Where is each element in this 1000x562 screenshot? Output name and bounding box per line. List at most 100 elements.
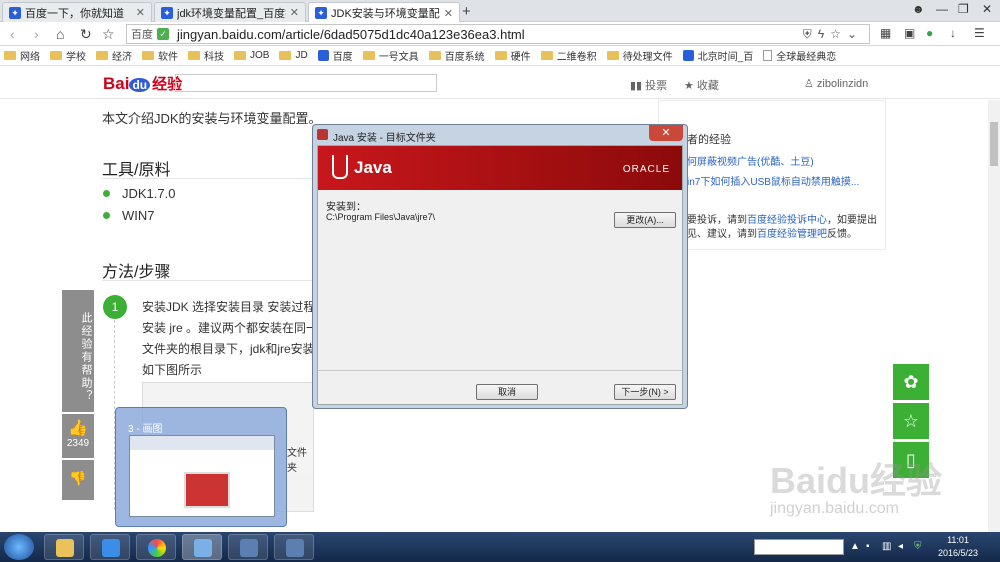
bookmark-label: 硬件 <box>510 52 531 63</box>
taskbar-app-2[interactable] <box>90 534 130 560</box>
taskbar-paint[interactable] <box>182 534 222 560</box>
tray-volume-icon[interactable]: ◂ <box>898 541 903 552</box>
bookmark-item[interactable]: 网络 <box>4 48 40 63</box>
bookmark-item[interactable]: 北京时间_百 <box>682 48 754 63</box>
collect-link[interactable]: ★ 收藏 <box>684 77 719 93</box>
bookmark-star-icon[interactable]: ☆ <box>102 26 115 43</box>
bookmark-item[interactable]: 待处理文件 <box>606 48 673 63</box>
logo-text: Bai <box>103 74 130 93</box>
thumbs-up-icon: 👍 <box>68 420 88 437</box>
bookmark-item[interactable]: 科技 <box>188 48 224 63</box>
tray-app-icon[interactable]: ▪ <box>866 541 870 552</box>
tray-network-icon[interactable]: ▥ <box>882 541 891 552</box>
start-button[interactable] <box>4 534 34 560</box>
lightning-icon[interactable]: ϟ <box>818 27 830 41</box>
clock-date: 2016/5/23 <box>938 548 979 558</box>
forward-icon[interactable]: › <box>34 26 39 42</box>
close-tab-icon[interactable]: ✕ <box>136 6 145 19</box>
thumbs-down-button[interactable]: 👎 <box>62 460 94 500</box>
wechat-icon[interactable]: ● <box>926 26 933 40</box>
taskbar-explorer[interactable] <box>44 534 84 560</box>
bookmark-label: 北京时间_百 <box>697 52 754 63</box>
dropdown-icon[interactable]: ⌄ <box>847 27 863 41</box>
thumbs-up-button[interactable]: 👍 2349 <box>62 414 94 458</box>
site-search-input[interactable] <box>175 74 437 92</box>
step-text-line: 文件夹的根目录下，jdk和jre安装 <box>142 342 315 356</box>
sidebar-heading: 者的经验 <box>687 134 731 146</box>
tray-arrow-icon[interactable]: ▲ <box>850 541 860 552</box>
back-icon[interactable]: ‹ <box>10 26 15 42</box>
bookmark-item[interactable]: JOB <box>234 50 269 61</box>
tray-search-input[interactable] <box>754 539 844 555</box>
tool-label: WIN7 <box>122 208 155 223</box>
url-text[interactable]: jingyan.baidu.com/article/6dad5075d1dc40… <box>177 27 525 42</box>
close-tab-icon[interactable]: ✕ <box>290 6 299 19</box>
dialog-close-button[interactable]: ✕ <box>649 125 683 141</box>
bookmark-item[interactable]: 经济 <box>96 48 132 63</box>
bookmark-item[interactable]: JD <box>279 50 308 61</box>
app-icon <box>102 539 120 557</box>
collect-label: 收藏 <box>696 80 719 92</box>
cancel-button[interactable]: 取消 <box>476 384 538 400</box>
sidebar-link[interactable]: in7下如何插入USB鼠标自动禁用触摸... <box>687 173 859 188</box>
screenshot-icon[interactable]: ▣ <box>904 26 915 40</box>
tab-jdk-article[interactable]: ✦ JDK安装与环境变量配置_百度 ✕ <box>308 2 460 23</box>
bookmark-label: 百度 <box>332 52 353 63</box>
divider <box>318 370 682 371</box>
new-tab-button[interactable]: + <box>462 3 471 20</box>
user-link[interactable]: ♙ zibolinzidn <box>804 77 868 90</box>
share-button[interactable]: ✿ <box>893 364 929 400</box>
sidebar-link[interactable]: 何屏蔽视频广告(优酷、土豆) <box>687 153 814 168</box>
install-path: C:\Program Files\Java\jre7\ <box>326 212 436 222</box>
tab-title: JDK安装与环境变量配置_百度 <box>331 8 440 20</box>
bookmark-item[interactable]: 全球最经典恋 <box>763 48 836 63</box>
favorite-star-icon[interactable]: ☆ <box>830 27 847 41</box>
folder-icon <box>540 51 553 60</box>
installer-icon <box>240 539 258 557</box>
menu-icon[interactable]: ☰ <box>974 26 985 40</box>
bookmark-label: 学校 <box>66 52 86 63</box>
address-bar[interactable]: 百度 ✓ jingyan.baidu.com/article/6dad5075d… <box>126 24 870 44</box>
taskbar-preview[interactable]: 3 - 画图 <box>115 407 287 527</box>
home-icon[interactable]: ⌂ <box>56 26 64 42</box>
shield-icon[interactable]: ⛨ <box>803 27 818 41</box>
bullet-icon <box>103 212 110 219</box>
taskbar-app-6[interactable] <box>274 534 314 560</box>
download-icon[interactable]: ↓ <box>950 26 956 40</box>
reload-icon[interactable]: ↻ <box>80 26 92 43</box>
bookmark-item[interactable]: 二维卷积 <box>540 48 597 63</box>
restore-icon[interactable]: ❐ <box>958 2 969 16</box>
taskbar-app-5[interactable] <box>228 534 268 560</box>
user-icon[interactable]: ☻ <box>912 2 925 16</box>
tray-shield-icon[interactable]: ⛨ <box>914 541 922 552</box>
java-install-dialog: Java 安装 - 目标文件夹 ✕ Java ORACLE 安装到： C:\Pr… <box>312 124 688 409</box>
preview-image[interactable] <box>129 435 275 517</box>
bookmark-label: 百度系统 <box>444 52 485 63</box>
close-tab-icon[interactable]: ✕ <box>444 7 453 20</box>
vote-link[interactable]: ▮▮ 投票 <box>630 77 667 93</box>
taskbar-app-3[interactable] <box>136 534 176 560</box>
bookmark-item[interactable]: 百度系统 <box>428 48 485 63</box>
system-clock[interactable]: 11:01 2016/5/23 <box>938 534 978 560</box>
favorite-button[interactable]: ☆ <box>893 403 929 439</box>
star-icon: ★ <box>684 80 697 92</box>
admin-bar-link[interactable]: 百度经验管理吧 <box>757 229 827 240</box>
bookmarks-bar: 网络 学校 经济 软件 科技 JOB JD 百度 一号文具 百度系统 硬件 二维… <box>0 46 1000 66</box>
apps-icon[interactable]: ▦ <box>880 26 891 40</box>
page-scrollbar[interactable] <box>988 100 1000 532</box>
scrollbar-thumb[interactable] <box>990 122 998 166</box>
baidu-jingyan-logo[interactable]: Bai du 经验 <box>103 73 182 94</box>
next-button[interactable]: 下一步(N) > <box>614 384 676 400</box>
chart-icon: ▮▮ <box>630 80 646 92</box>
bookmark-item[interactable]: 百度 <box>317 48 353 63</box>
bookmark-item[interactable]: 学校 <box>50 48 86 63</box>
tab-baidu-home[interactable]: ✦ 百度一下，你就知道 ✕ <box>2 2 152 22</box>
bookmark-item[interactable]: 软件 <box>142 48 178 63</box>
bookmark-item[interactable]: 一号文具 <box>362 48 419 63</box>
close-window-icon[interactable]: ✕ <box>982 2 992 16</box>
change-folder-button[interactable]: 更改(A)... <box>614 212 676 228</box>
minimize-icon[interactable]: — <box>936 2 948 16</box>
dialog-body: Java ORACLE 安装到： C:\Program Files\Java\j… <box>317 145 683 405</box>
bookmark-item[interactable]: 硬件 <box>494 48 531 63</box>
tab-jdk-search[interactable]: ✦ jdk环境变量配置_百度搜索 ✕ <box>154 2 306 22</box>
